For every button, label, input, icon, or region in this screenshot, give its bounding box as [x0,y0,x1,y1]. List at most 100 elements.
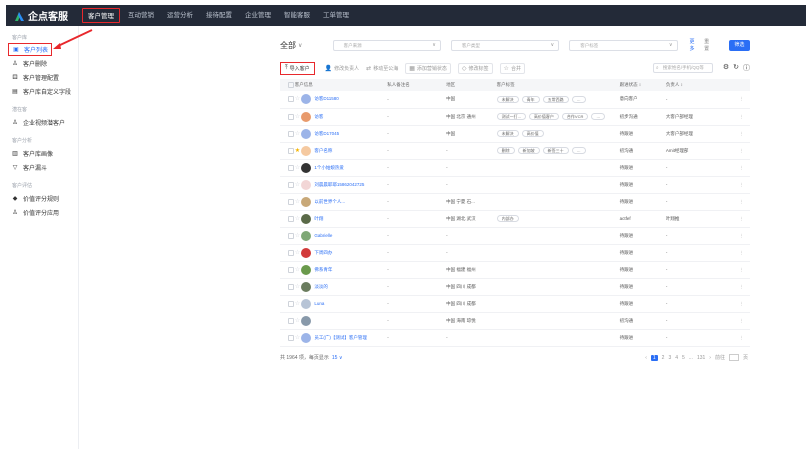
topnav-item-4[interactable]: 企业管理 [240,8,276,23]
star-icon[interactable]: ☆ [295,199,300,205]
header-region[interactable]: 地区 [446,79,497,91]
row-checkbox[interactable] [288,283,294,290]
sidebar-item-3-0[interactable]: ◆ 价值评分规则 [6,191,78,205]
customer-name-link[interactable]: 佛系青年 [314,267,332,272]
row-checkbox[interactable] [288,113,294,120]
page-1[interactable]: 2 [662,355,665,361]
customer-name-link[interactable]: 1个小姑娘热爱 [314,165,344,170]
star-icon[interactable]: ☆ [295,216,300,222]
sidebar-item-3-1[interactable]: ♙ 价值评分应用 [6,205,78,219]
customer-info-cell[interactable]: ★ 客户名称 [294,142,388,160]
table-row[interactable]: ☆ 访客 - 中国 北京 通州 测试一打... 高价值客户 合作VCR… 初步沟通 大客户部经… [280,108,750,126]
header-owner[interactable]: 负责人 ↕ [665,79,729,91]
page-6[interactable]: 131 [697,355,705,361]
star-icon[interactable]: ★ [295,148,300,154]
table-row[interactable]: ★ 客户名称 - - 删除 新加坡 新签三十… 初沟通 Amit经理部 ⋮ [280,142,750,160]
table-row[interactable]: ☆ - 中国 海南 琼悦 初沟通 - ⋮ [280,312,750,330]
merge-button[interactable]: ☆ 合并 [499,62,525,74]
star-icon[interactable]: ☆ [295,250,300,256]
customer-name-link[interactable]: 刘晨晨耶耶15862042725 [314,182,364,187]
row-checkbox-cell[interactable] [280,278,295,296]
row-more-icon[interactable]: ⋮ [728,91,750,109]
row-more-icon[interactable]: ⋮ [728,329,750,347]
page-4[interactable]: 5 [682,355,685,361]
table-row[interactable]: ☆ 访客D11580- 中国 未解决 青年 五常西路… 意向客户 - ⋮ [280,91,750,109]
header-customer-tags[interactable]: 客户标签 [496,79,620,91]
row-checkbox[interactable] [288,334,294,341]
customer-info-cell[interactable]: ☆ 下周四办 [294,244,388,262]
customer-name-link[interactable]: 以前世界个人... [314,199,345,204]
import-customer-button[interactable]: ⤒ 导入客户 [280,61,315,75]
star-icon[interactable]: ☆ [295,233,300,239]
sidebar-item-0-2[interactable]: ⚃ 客户管理配置 [6,70,78,84]
header-customer-info[interactable]: 客户信息 [294,79,388,91]
customer-info-cell[interactable]: ☆ [294,312,388,330]
info-icon[interactable]: ⓘ [743,63,750,73]
row-more-icon[interactable]: ⋮ [728,125,750,143]
topnav-item-5[interactable]: 智能客服 [279,8,315,23]
row-checkbox[interactable] [288,215,294,222]
star-icon[interactable]: ☆ [295,165,300,171]
customer-name-link[interactable]: 员工(广)【测试】客户管理 [314,335,367,340]
row-checkbox[interactable] [288,147,294,154]
row-more-icon[interactable]: ⋮ [728,295,750,313]
row-checkbox[interactable] [288,164,294,171]
row-checkbox[interactable] [288,181,294,188]
filter-button[interactable]: 筛选 [728,39,750,51]
customer-info-cell[interactable]: ☆ 刘晨晨耶耶15862042725 [294,176,388,194]
more-tags-button[interactable]: … [591,113,606,120]
topnav-item-2[interactable]: 运营分析 [162,8,198,23]
star-icon[interactable]: ☆ [295,182,300,188]
select-all-checkbox[interactable] [288,82,294,88]
reset-link[interactable]: 重置 [704,38,714,52]
customer-search-input[interactable]: ⌕ 搜索姓名/手机/QQ等 [652,63,713,73]
row-checkbox-cell[interactable] [280,244,295,262]
row-checkbox-cell[interactable] [280,210,295,228]
page-0[interactable]: 1 [650,354,658,361]
customer-info-cell[interactable]: ☆ 叶翔 [294,210,388,228]
customer-name-link[interactable]: 访客D17045 [314,131,339,136]
customer-name-link[interactable]: 叶翔 [314,216,323,221]
customer-info-cell[interactable]: ☆ 以前世界个人... [294,193,388,211]
row-checkbox-cell[interactable] [280,312,295,330]
row-more-icon[interactable]: ⋮ [728,312,750,330]
row-checkbox[interactable] [288,130,294,137]
page-3[interactable]: 4 [675,355,678,361]
customer-info-cell[interactable]: ☆ 淡淡的 [294,278,388,296]
customer-info-cell[interactable]: ☆ Luna [294,295,388,313]
row-more-icon[interactable]: ⋮ [728,227,750,245]
row-more-icon[interactable]: ⋮ [728,244,750,262]
star-icon[interactable]: ☆ [295,131,300,137]
row-more-icon[interactable]: ⋮ [728,261,750,279]
star-icon[interactable]: ☆ [295,301,300,307]
sidebar-item-0-1[interactable]: ♙ 客户删除 [6,56,78,70]
move-to-pool-button[interactable]: ⇄ 移动至公海 [366,65,398,72]
row-more-icon[interactable]: ⋮ [728,159,750,177]
customer-type-select[interactable]: 客户类型 ∨ [450,39,560,51]
table-row[interactable]: ☆ 访客D17045- 中国 未解决 高价值 待跟进 大客户部经理 ⋮ [280,125,750,143]
add-status-button[interactable]: ▦ 添加营销状态 [405,62,451,74]
customer-info-cell[interactable]: ☆ 1个小姑娘热爱 [294,159,388,177]
row-checkbox-cell[interactable] [280,108,295,126]
table-row[interactable]: ☆ 叶翔 - 中国 湖北 武汉 内部办 actfef 叶翔推 ⋮ [280,210,750,228]
row-checkbox[interactable] [288,300,294,307]
customer-name-link[interactable]: 访客 [314,114,323,119]
refresh-icon[interactable]: ↻ [733,63,739,73]
table-row[interactable]: ☆ 以前世界个人... - 中国 宁夏 石... 待跟进 - ⋮ [280,193,750,211]
topnav-item-1[interactable]: 互动营销 [123,8,159,23]
row-checkbox[interactable] [288,249,294,256]
more-tags-button[interactable]: … [571,95,586,103]
row-checkbox-cell[interactable] [280,142,295,160]
sidebar-item-2-1[interactable]: ▽ 客户漏斗 [6,160,78,174]
table-row[interactable]: ☆ Luna - 中国 四川 成都 待跟进 - ⋮ [280,295,750,313]
topnav-item-6[interactable]: 工单管理 [318,8,354,23]
header-follow-status[interactable]: 跟进状态 ↕ [619,79,666,91]
row-more-icon[interactable]: ⋮ [728,278,750,296]
app-logo[interactable]: 企点客服 [14,8,82,23]
sidebar-item-0-0[interactable]: ▣ 客户列表 [8,43,52,56]
customer-name-link[interactable]: 访客D11580 [314,96,338,101]
row-checkbox-cell[interactable] [280,295,295,313]
row-checkbox-cell[interactable] [280,159,295,177]
star-icon[interactable]: ☆ [295,267,300,273]
table-row[interactable]: ☆ Gabrielle - - 待跟进 - ⋮ [280,227,750,245]
